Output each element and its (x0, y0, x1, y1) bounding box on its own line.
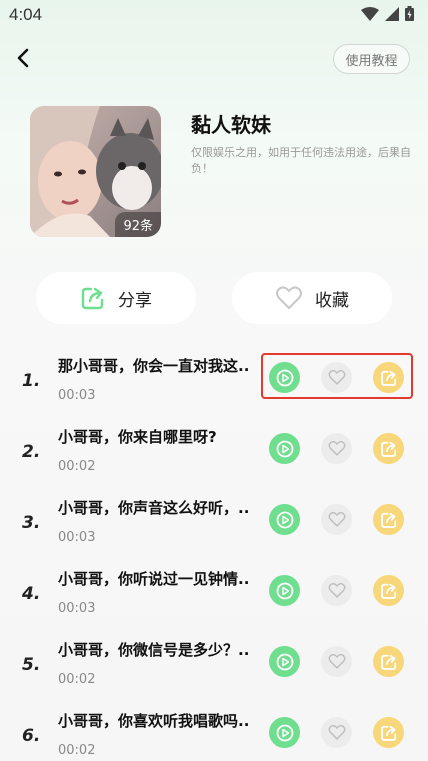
play-icon (276, 440, 293, 457)
track-duration: 00:02 (58, 459, 96, 474)
play-icon (276, 653, 293, 670)
share-label: 分享 (118, 290, 152, 311)
share-icon (380, 370, 396, 386)
signal-icon (385, 6, 399, 21)
like-button[interactable] (321, 433, 352, 464)
like-button[interactable] (321, 504, 352, 535)
track-index: 6. (22, 726, 41, 746)
track-row[interactable]: 1. 那小哥哥，你会一直对我这.. 00:03 (0, 355, 428, 426)
track-title: 小哥哥，你声音这么好听，.. (58, 499, 250, 517)
status-time: 4:04 (9, 5, 43, 24)
like-button[interactable] (321, 362, 352, 393)
album-cover: 92条 (30, 106, 161, 237)
track-row[interactable]: 2. 小哥哥，你来自哪里呀? 00:02 (0, 426, 428, 497)
share-icon (380, 441, 396, 457)
track-duration: 00:03 (58, 530, 96, 545)
track-duration: 00:03 (58, 601, 96, 616)
track-row[interactable]: 4. 小哥哥，你听说过一见钟情.. 00:03 (0, 568, 428, 639)
back-arrow-icon (17, 48, 29, 68)
heart-outline-icon (328, 724, 345, 740)
track-title: 小哥哥，你来自哪里呀? (58, 428, 217, 446)
like-button[interactable] (321, 717, 352, 748)
track-index: 4. (22, 584, 41, 604)
like-button[interactable] (321, 646, 352, 677)
wifi-icon (361, 6, 379, 21)
track-duration: 00:02 (58, 743, 96, 758)
favorite-label: 收藏 (315, 290, 349, 311)
favorite-album-button[interactable]: 收藏 (232, 272, 392, 324)
play-icon (276, 724, 293, 741)
share-icon (380, 654, 396, 670)
track-duration: 00:02 (58, 672, 96, 687)
status-bar: 4:04 (0, 0, 428, 30)
share-track-button[interactable] (373, 575, 404, 606)
play-icon (276, 511, 293, 528)
share-track-button[interactable] (373, 433, 404, 464)
track-index: 5. (22, 655, 41, 675)
play-button[interactable] (269, 575, 300, 606)
track-row[interactable]: 6. 小哥哥，你喜欢听我唱歌吗.. 00:02 (0, 710, 428, 761)
play-button[interactable] (269, 504, 300, 535)
back-button[interactable] (12, 46, 36, 70)
share-track-button[interactable] (373, 504, 404, 535)
track-count-badge: 92条 (115, 212, 161, 237)
track-title: 小哥哥，你微信号是多少？.. (58, 641, 250, 659)
heart-outline-icon (328, 582, 345, 598)
track-index: 1. (22, 371, 41, 391)
share-icon (380, 725, 396, 741)
heart-outline-icon (328, 653, 345, 669)
track-row[interactable]: 5. 小哥哥，你微信号是多少？.. 00:02 (0, 639, 428, 710)
track-title: 小哥哥，你听说过一见钟情.. (58, 570, 250, 588)
track-row[interactable]: 3. 小哥哥，你声音这么好听，.. 00:03 (0, 497, 428, 568)
share-album-button[interactable]: 分享 (36, 272, 196, 324)
heart-outline-icon (328, 440, 345, 456)
track-title: 小哥哥，你喜欢听我唱歌吗.. (58, 712, 250, 730)
play-button[interactable] (269, 362, 300, 393)
share-track-button[interactable] (373, 717, 404, 748)
share-track-button[interactable] (373, 646, 404, 677)
album-title: 黏人软妹 (191, 113, 271, 137)
tutorial-button[interactable]: 使用教程 (333, 44, 410, 74)
like-button[interactable] (321, 575, 352, 606)
play-icon (276, 369, 293, 386)
track-title: 那小哥哥，你会一直对我这.. (58, 357, 250, 375)
share-track-button[interactable] (373, 362, 404, 393)
play-button[interactable] (269, 717, 300, 748)
track-index: 3. (22, 513, 41, 533)
track-duration: 00:03 (58, 388, 96, 403)
battery-icon (405, 6, 414, 21)
play-button[interactable] (269, 646, 300, 677)
heart-outline-icon (276, 286, 302, 309)
heart-outline-icon (328, 511, 345, 527)
disclaimer-text: 仅限娱乐之用，如用于任何违法用途，后果自负！ (191, 146, 411, 175)
play-icon (276, 582, 293, 599)
status-icons (361, 6, 414, 21)
play-button[interactable] (269, 433, 300, 464)
track-index: 2. (22, 442, 41, 462)
share-icon (380, 583, 396, 599)
share-icon (380, 512, 396, 528)
heart-outline-icon (328, 369, 345, 385)
share-icon (81, 287, 104, 310)
